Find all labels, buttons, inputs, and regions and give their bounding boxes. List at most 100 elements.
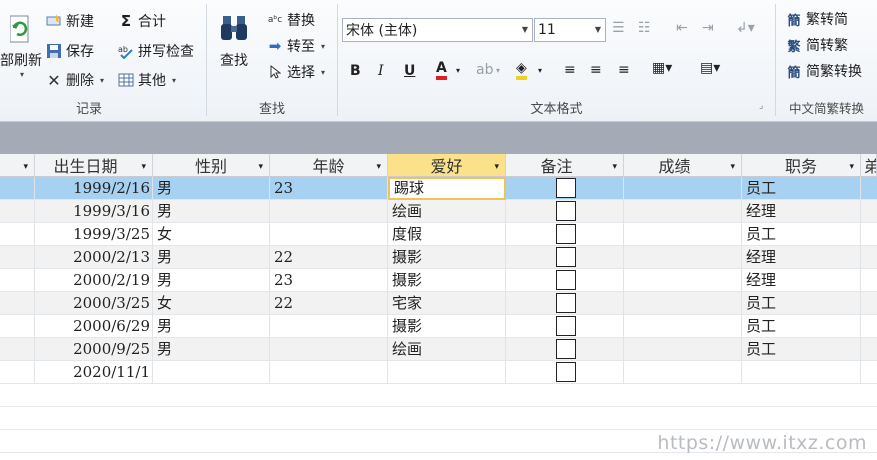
- position-cell[interactable]: 经理: [742, 269, 861, 292]
- simp-to-trad-button[interactable]: 繁 简转繁: [786, 34, 848, 56]
- table-row[interactable]: 2000/9/25 男 绘画 员工: [0, 338, 877, 361]
- table-row[interactable]: 1999/2/16 男 23 踢球 员工: [0, 177, 877, 200]
- score-cell[interactable]: [624, 361, 742, 384]
- hobby-cell[interactable]: 摄影: [388, 269, 506, 292]
- column-header-gender[interactable]: 性别 ▾: [153, 154, 270, 177]
- position-cell[interactable]: 经理: [742, 246, 861, 269]
- score-cell[interactable]: [624, 292, 742, 315]
- chevron-down-icon[interactable]: ▾: [496, 66, 500, 75]
- gender-cell[interactable]: 男: [153, 315, 270, 338]
- table-row[interactable]: 1999/3/16 男 绘画 经理: [0, 200, 877, 223]
- hobby-cell[interactable]: [388, 361, 506, 384]
- column-header-partial[interactable]: ▾: [0, 154, 35, 177]
- chevron-down-icon[interactable]: ▾: [456, 66, 460, 75]
- align-right-icon[interactable]: ≡: [618, 62, 630, 78]
- notes-checkbox[interactable]: [556, 270, 576, 290]
- age-cell[interactable]: 23: [270, 177, 388, 200]
- row-selector-cell[interactable]: [0, 269, 35, 292]
- gender-cell[interactable]: 男: [153, 338, 270, 361]
- row-selector-cell[interactable]: [0, 361, 35, 384]
- birthdate-cell[interactable]: 2000/2/13: [35, 246, 153, 269]
- position-cell[interactable]: 员工: [742, 292, 861, 315]
- position-cell[interactable]: 员工: [742, 315, 861, 338]
- position-cell[interactable]: 员工: [742, 177, 861, 200]
- notes-checkbox[interactable]: [556, 201, 576, 221]
- gender-cell[interactable]: [153, 361, 270, 384]
- increase-indent-icon[interactable]: ⇥: [702, 20, 714, 36]
- hobby-cell[interactable]: 摄影: [388, 246, 506, 269]
- row-selector-cell[interactable]: [0, 200, 35, 223]
- table-row[interactable]: 1999/3/25 女 度假 员工: [0, 223, 877, 246]
- italic-icon[interactable]: I: [378, 63, 384, 79]
- new-record-button[interactable]: 新建: [46, 10, 94, 32]
- notes-checkbox[interactable]: [556, 339, 576, 359]
- font-size-select[interactable]: 11 ▼: [534, 18, 606, 42]
- hobby-cell[interactable]: 绘画: [388, 200, 506, 223]
- align-center-icon[interactable]: ≡: [590, 62, 602, 78]
- age-cell[interactable]: 22: [270, 246, 388, 269]
- hobby-cell[interactable]: 度假: [388, 223, 506, 246]
- refresh-all-button[interactable]: 部刷新 ▾: [0, 14, 42, 79]
- find-button[interactable]: 查找: [219, 14, 249, 70]
- replace-button[interactable]: a͏ᵇc 替换: [267, 9, 315, 31]
- table-row[interactable]: 2000/6/29 男 摄影 员工: [0, 315, 877, 338]
- birthdate-cell[interactable]: 1999/3/25: [35, 223, 153, 246]
- chevron-down-icon[interactable]: ▾: [538, 66, 542, 75]
- align-left-icon[interactable]: ≡: [564, 62, 576, 78]
- row-selector-cell[interactable]: [0, 338, 35, 361]
- age-cell[interactable]: 22: [270, 292, 388, 315]
- hobby-cell[interactable]: 摄影: [388, 315, 506, 338]
- delete-button[interactable]: ✕ 删除 ▾: [46, 69, 104, 91]
- column-header-birthdate[interactable]: 出生日期 ▾: [35, 154, 153, 177]
- column-header-score[interactable]: 成绩 ▾: [624, 154, 742, 177]
- gender-cell[interactable]: 男: [153, 269, 270, 292]
- gridlines-icon[interactable]: ▦▾: [652, 60, 672, 76]
- position-cell[interactable]: 经理: [742, 200, 861, 223]
- hobby-cell[interactable]: 踢球: [388, 177, 506, 200]
- position-cell[interactable]: 员工: [742, 338, 861, 361]
- trad-to-simp-button[interactable]: 簡 繁转简: [786, 8, 848, 30]
- more-button[interactable]: 其他 ▾: [118, 69, 176, 91]
- hobby-cell[interactable]: 绘画: [388, 338, 506, 361]
- gender-cell[interactable]: 男: [153, 200, 270, 223]
- column-header-age[interactable]: 年龄 ▾: [270, 154, 388, 177]
- select-button[interactable]: 选择 ▾: [267, 61, 325, 83]
- birthdate-cell[interactable]: 1999/2/16: [35, 177, 153, 200]
- row-selector-cell[interactable]: [0, 315, 35, 338]
- table-row[interactable]: 2000/2/13 男 22 摄影 经理: [0, 246, 877, 269]
- fill-color-icon[interactable]: ◈: [516, 60, 527, 80]
- row-selector-cell[interactable]: [0, 246, 35, 269]
- score-cell[interactable]: [624, 177, 742, 200]
- gender-cell[interactable]: 女: [153, 292, 270, 315]
- notes-checkbox[interactable]: [556, 247, 576, 267]
- gender-cell[interactable]: 男: [153, 177, 270, 200]
- score-cell[interactable]: [624, 223, 742, 246]
- column-header-notes[interactable]: 备注 ▾: [506, 154, 624, 177]
- table-row[interactable]: 2000/2/19 男 23 摄影 经理: [0, 269, 877, 292]
- table-row[interactable]: 2000/3/25 女 22 宅家 员工: [0, 292, 877, 315]
- bold-icon[interactable]: B: [350, 63, 361, 79]
- age-cell[interactable]: [270, 315, 388, 338]
- notes-checkbox[interactable]: [556, 178, 576, 198]
- birthdate-cell[interactable]: 2000/3/25: [35, 292, 153, 315]
- score-cell[interactable]: [624, 269, 742, 292]
- alternate-row-color-icon[interactable]: ▤▾: [700, 60, 720, 76]
- age-cell[interactable]: [270, 223, 388, 246]
- decrease-indent-icon[interactable]: ⇤: [676, 20, 688, 36]
- underline-icon[interactable]: U: [404, 63, 415, 79]
- goto-button[interactable]: ➡ 转至 ▾: [267, 35, 325, 57]
- totals-button[interactable]: Σ 合计: [118, 10, 166, 32]
- notes-checkbox[interactable]: [556, 224, 576, 244]
- position-cell[interactable]: 员工: [742, 223, 861, 246]
- spelling-button[interactable]: ab 拼写检查: [118, 40, 194, 62]
- gender-cell[interactable]: 女: [153, 223, 270, 246]
- table-row[interactable]: 2020/11/1: [0, 361, 877, 384]
- highlight-icon[interactable]: ab: [476, 62, 493, 78]
- birthdate-cell[interactable]: 2020/11/1: [35, 361, 153, 384]
- score-cell[interactable]: [624, 246, 742, 269]
- column-header-next[interactable]: 弟: [861, 154, 877, 177]
- position-cell[interactable]: [742, 361, 861, 384]
- birthdate-cell[interactable]: 2000/6/29: [35, 315, 153, 338]
- paragraph-direction-icon[interactable]: ↲▾: [736, 20, 755, 36]
- score-cell[interactable]: [624, 315, 742, 338]
